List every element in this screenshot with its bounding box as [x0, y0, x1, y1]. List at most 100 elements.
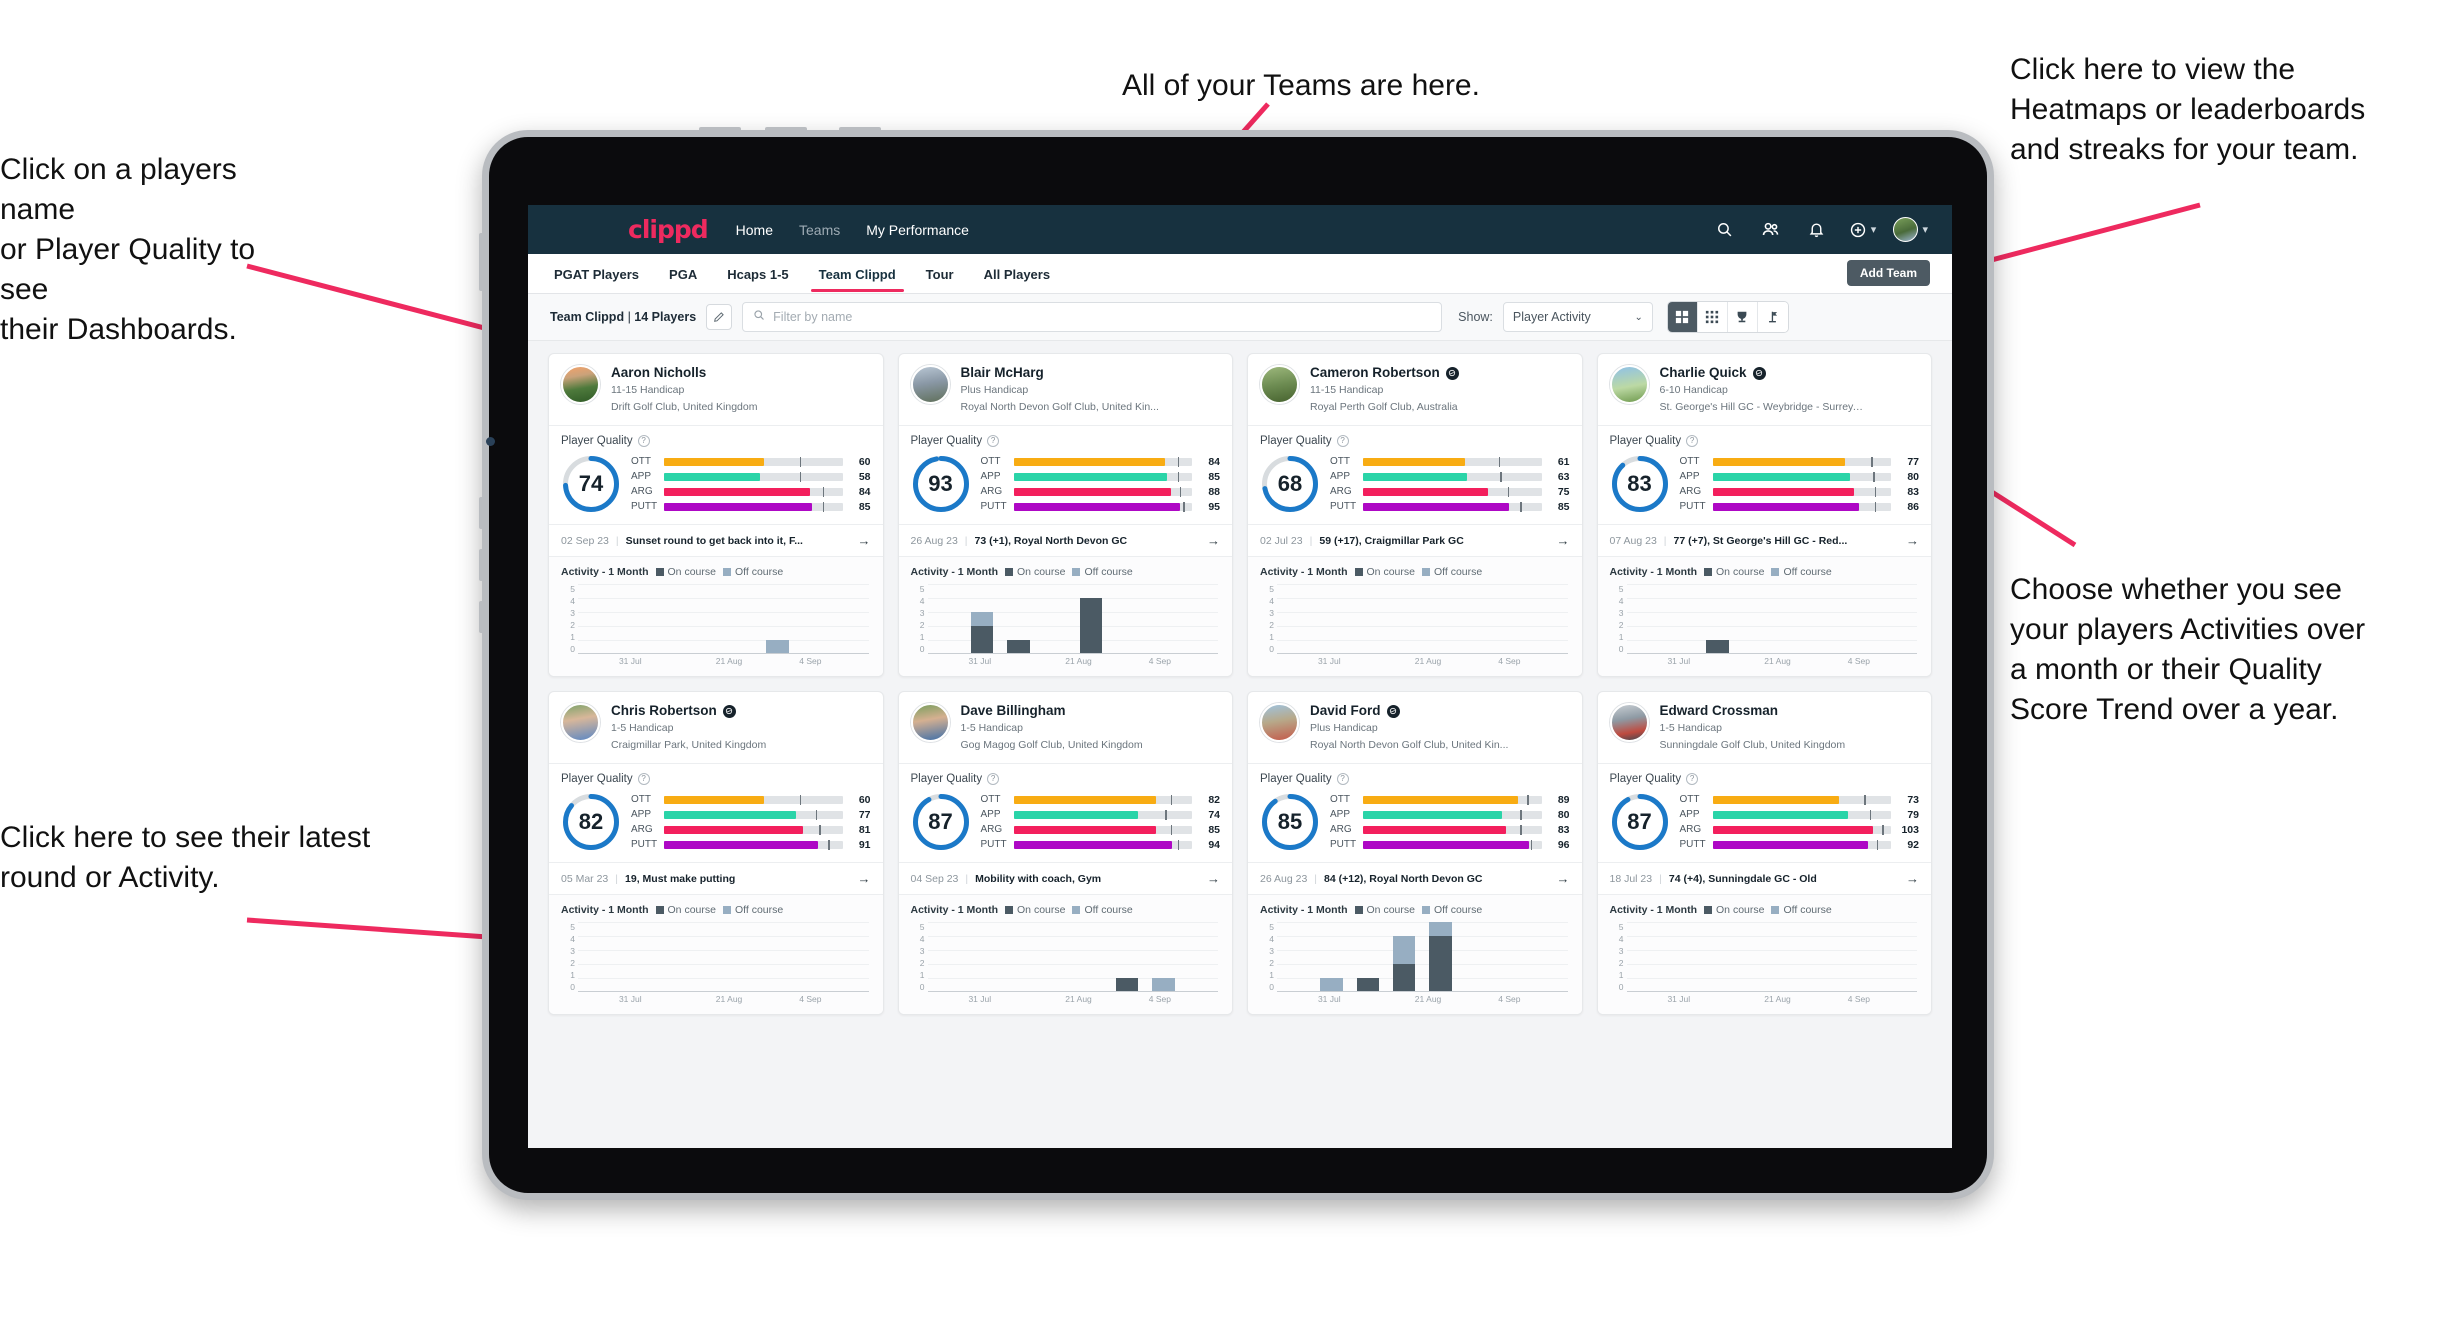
arrow-right-icon[interactable]: →	[1906, 533, 1919, 548]
player-quality-section[interactable]: Player Quality ? 87 OTT 82 APP 74 ARG 85…	[898, 763, 1232, 862]
help-icon[interactable]: ?	[637, 435, 650, 447]
help-icon[interactable]: ?	[637, 773, 650, 785]
flag-icon[interactable]	[1757, 302, 1788, 332]
arrow-right-icon[interactable]: →	[1557, 533, 1570, 548]
metric-label: OTT	[980, 794, 1001, 805]
player-card[interactable]: Blair McHarg Plus Handicap Royal North D…	[897, 353, 1233, 677]
arrow-right-icon[interactable]: →	[1207, 871, 1220, 886]
player-card-header[interactable]: Aaron Nicholls 11-15 Handicap Drift Golf…	[549, 354, 883, 425]
latest-round-row[interactable]: 26 Aug 23 | 84 (+12), Royal North Devon …	[1248, 862, 1582, 894]
search-icon[interactable]	[1709, 215, 1739, 245]
latest-round-row[interactable]: 05 Mar 23 | 19, Must make putting →	[549, 862, 883, 894]
help-icon[interactable]: ?	[987, 435, 1000, 447]
search-input-wrapper[interactable]	[742, 302, 1443, 332]
player-quality-section[interactable]: Player Quality ? 85 OTT 89 APP 80 ARG 83…	[1248, 763, 1582, 862]
tab-tour[interactable]: Tour	[924, 257, 956, 291]
latest-round-row[interactable]: 02 Jul 23 | 59 (+17), Craigmillar Park G…	[1248, 524, 1582, 556]
player-name-row[interactable]: Charlie Quick	[1660, 365, 1865, 381]
nav-item-teams[interactable]: Teams	[799, 222, 840, 238]
tab-hcaps-1-5[interactable]: Hcaps 1-5	[725, 257, 790, 291]
device-button	[765, 127, 807, 134]
trophy-icon[interactable]	[1727, 302, 1758, 332]
bar-slot	[1735, 584, 1771, 654]
bar-slot	[1844, 584, 1880, 654]
player-card[interactable]: Aaron Nicholls 11-15 Handicap Drift Golf…	[548, 353, 884, 677]
people-icon[interactable]	[1755, 215, 1785, 245]
player-name-row[interactable]: Cameron Robertson	[1310, 365, 1459, 381]
player-card-header[interactable]: Blair McHarg Plus Handicap Royal North D…	[899, 354, 1233, 425]
player-card[interactable]: Charlie Quick 6-10 Handicap St. George's…	[1596, 353, 1932, 677]
player-card[interactable]: Cameron Robertson 11-15 Handicap Royal P…	[1247, 353, 1583, 677]
player-name-row[interactable]: Chris Robertson	[611, 703, 766, 719]
latest-round-row[interactable]: 26 Aug 23 | 73 (+1), Royal North Devon G…	[898, 524, 1232, 556]
arrow-right-icon[interactable]: →	[858, 533, 871, 548]
player-card-header[interactable]: Dave Billingham 1-5 Handicap Gog Magog G…	[899, 692, 1233, 763]
player-quality-section[interactable]: Player Quality ? 68 OTT 61 APP 63 ARG 75…	[1248, 425, 1582, 524]
player-card-header[interactable]: Chris Robertson 1-5 Handicap Craigmillar…	[549, 692, 883, 763]
player-card-header[interactable]: Edward Crossman 1-5 Handicap Sunningdale…	[1598, 692, 1932, 763]
bar-slot	[1350, 584, 1386, 654]
player-quality-section[interactable]: Player Quality ? 83 OTT 77 APP 80 ARG 83…	[1597, 425, 1931, 524]
help-icon[interactable]: ?	[1686, 773, 1699, 785]
arrow-right-icon[interactable]: →	[1557, 871, 1570, 886]
avatar[interactable]	[1893, 217, 1919, 242]
search-input[interactable]	[773, 310, 1432, 324]
player-name[interactable]: Dave Billingham	[961, 703, 1066, 719]
player-card-header[interactable]: Charlie Quick 6-10 Handicap St. George's…	[1598, 354, 1932, 425]
bell-icon[interactable]	[1801, 215, 1831, 245]
latest-round-row[interactable]: 18 Jul 23 | 74 (+4), Sunningdale GC - Ol…	[1597, 862, 1931, 894]
player-name-row[interactable]: Edward Crossman	[1660, 703, 1846, 719]
nav-item-home[interactable]: Home	[736, 222, 773, 238]
grid-small-icon[interactable]	[1697, 302, 1728, 332]
tab-team-clippd[interactable]: Team Clippd	[810, 257, 904, 292]
player-name-row[interactable]: David Ford	[1310, 703, 1508, 719]
help-icon[interactable]: ?	[1336, 773, 1349, 785]
arrow-right-icon[interactable]: →	[1906, 871, 1919, 886]
player-name[interactable]: Blair McHarg	[961, 365, 1044, 381]
player-card-header[interactable]: David Ford Plus Handicap Royal North Dev…	[1248, 692, 1582, 763]
player-card-header[interactable]: Cameron Robertson 11-15 Handicap Royal P…	[1248, 354, 1582, 425]
grid-large-icon[interactable]	[1667, 302, 1698, 332]
player-quality-section[interactable]: Player Quality ? 87 OTT 73 APP 79 ARG 10…	[1597, 763, 1931, 862]
arrow-right-icon[interactable]: →	[1207, 533, 1220, 548]
player-card[interactable]: Chris Robertson 1-5 Handicap Craigmillar…	[548, 691, 884, 1015]
add-team-button[interactable]: Add Team	[1846, 260, 1930, 286]
help-icon[interactable]: ?	[1686, 435, 1699, 447]
activity-bar-chart: 5 4 3 2 1 0 31 Jul 21 Aug 4 Sep	[911, 584, 1221, 670]
tab-pga[interactable]: PGA	[667, 257, 699, 291]
metric-benchmark-tick	[799, 794, 802, 805]
player-card[interactable]: Dave Billingham 1-5 Handicap Gog Magog G…	[897, 691, 1233, 1015]
clippd-logo[interactable]: clippd	[628, 215, 709, 244]
player-name-row[interactable]: Aaron Nicholls	[611, 365, 757, 381]
player-name-row[interactable]: Blair McHarg	[961, 365, 1159, 381]
show-select[interactable]: Player Activity ⌄	[1502, 302, 1653, 332]
latest-round-row[interactable]: 02 Sep 23 | Sunset round to get back int…	[549, 524, 883, 556]
filter-toolbar: Team Clippd | 14 Players Show:	[528, 294, 1952, 341]
player-quality-section[interactable]: Player Quality ? 74 OTT 60 APP 58 ARG 84…	[549, 425, 883, 524]
help-icon[interactable]: ?	[1336, 435, 1349, 447]
player-name-row[interactable]: Dave Billingham	[961, 703, 1143, 719]
arrow-right-icon[interactable]: →	[858, 871, 871, 886]
player-card[interactable]: David Ford Plus Handicap Royal North Dev…	[1247, 691, 1583, 1015]
player-quality-section[interactable]: Player Quality ? 82 OTT 60 APP 77 ARG 81…	[549, 763, 883, 862]
player-name[interactable]: Aaron Nicholls	[611, 365, 706, 381]
player-name[interactable]: David Ford	[1310, 703, 1381, 719]
latest-round-row[interactable]: 04 Sep 23 | Mobility with coach, Gym →	[898, 862, 1232, 894]
tab-all-players[interactable]: All Players	[982, 257, 1053, 291]
tab-pgat-players[interactable]: PGAT Players	[552, 257, 641, 291]
bar-slot	[1350, 922, 1386, 992]
avatar	[561, 365, 600, 404]
plus-circle-icon[interactable]: ▾	[1847, 215, 1877, 245]
player-quality-section[interactable]: Player Quality ? 93 OTT 84 APP 85 ARG 88…	[898, 425, 1232, 524]
player-name[interactable]: Edward Crossman	[1660, 703, 1779, 719]
chevron-down-icon[interactable]: ▾	[1922, 223, 1928, 236]
player-name[interactable]: Chris Robertson	[611, 703, 717, 719]
edit-team-button[interactable]	[706, 304, 733, 330]
player-name[interactable]: Cameron Robertson	[1310, 365, 1440, 381]
player-club: Royal North Devon Golf Club, United Kin.…	[960, 401, 1159, 414]
help-icon[interactable]: ?	[987, 773, 1000, 785]
player-name[interactable]: Charlie Quick	[1660, 365, 1747, 381]
player-card[interactable]: Edward Crossman 1-5 Handicap Sunningdale…	[1596, 691, 1932, 1015]
latest-round-row[interactable]: 07 Aug 23 | 77 (+7), St George's Hill GC…	[1597, 524, 1931, 556]
nav-item-my-performance[interactable]: My Performance	[866, 222, 969, 238]
